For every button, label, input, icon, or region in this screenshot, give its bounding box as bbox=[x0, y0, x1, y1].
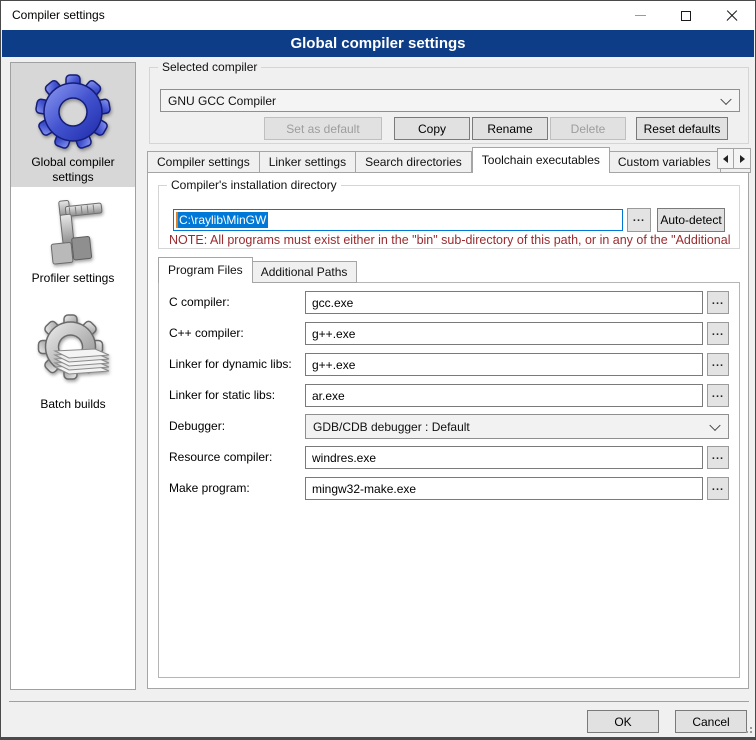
program-files-panel: C compiler: ... C++ compiler: ... Linker… bbox=[158, 282, 740, 678]
make-program-label: Make program: bbox=[169, 481, 250, 495]
tab-toolchain-executables[interactable]: Toolchain executables bbox=[472, 147, 610, 173]
reset-defaults-button[interactable]: Reset defaults bbox=[636, 117, 728, 140]
cancel-button[interactable]: Cancel bbox=[675, 710, 747, 733]
arrow-left-icon bbox=[723, 155, 728, 163]
resource-compiler-input[interactable] bbox=[305, 446, 703, 469]
settings-tabbar: Compiler settings Linker settings Search… bbox=[147, 147, 751, 173]
titlebar: Compiler settings bbox=[1, 1, 755, 30]
delete-button[interactable]: Delete bbox=[550, 117, 626, 140]
browse-install-dir-button[interactable]: ... bbox=[627, 208, 651, 232]
resource-compiler-label: Resource compiler: bbox=[169, 450, 272, 464]
close-icon bbox=[726, 10, 738, 22]
browse-cpp-compiler-button[interactable]: ... bbox=[707, 322, 729, 345]
cpp-compiler-input[interactable] bbox=[305, 322, 703, 345]
tab-compiler-settings[interactable]: Compiler settings bbox=[147, 151, 260, 173]
program-files-tabbar: Program Files Additional Paths bbox=[158, 257, 357, 283]
sidebar-item-label: Batch builds bbox=[11, 397, 135, 412]
chevron-down-icon bbox=[709, 419, 720, 430]
tab-additional-paths[interactable]: Additional Paths bbox=[252, 261, 358, 283]
sidebar-item-label: Profiler settings bbox=[11, 271, 135, 286]
browse-make-program-button[interactable]: ... bbox=[707, 477, 729, 500]
gray-gear-stack-icon bbox=[31, 309, 115, 393]
footer-divider bbox=[9, 701, 749, 702]
c-compiler-label: C compiler: bbox=[169, 295, 230, 309]
installation-directory-group: Compiler's installation directory C:\ray… bbox=[158, 185, 740, 249]
minimize-icon bbox=[635, 15, 646, 16]
debugger-label: Debugger: bbox=[169, 419, 225, 433]
selected-compiler-group: Selected compiler GNU GCC Compiler Set a… bbox=[149, 67, 749, 144]
auto-detect-button[interactable]: Auto-detect bbox=[657, 208, 725, 232]
c-compiler-input[interactable] bbox=[305, 291, 703, 314]
window-title: Compiler settings bbox=[12, 8, 105, 22]
tab-custom-variables[interactable]: Custom variables bbox=[609, 151, 721, 173]
toolchain-executables-panel: Compiler's installation directory C:\ray… bbox=[147, 172, 749, 689]
browse-c-compiler-button[interactable]: ... bbox=[707, 291, 729, 314]
caliper-icon bbox=[38, 198, 108, 268]
tab-scroll-arrows bbox=[717, 148, 751, 169]
close-button[interactable] bbox=[709, 1, 755, 30]
arrow-right-icon bbox=[740, 155, 745, 163]
maximize-button[interactable] bbox=[663, 1, 709, 30]
caption-buttons bbox=[617, 1, 755, 30]
group-label: Selected compiler bbox=[158, 60, 261, 74]
linker-dynamic-label: Linker for dynamic libs: bbox=[169, 357, 292, 371]
rename-button[interactable]: Rename bbox=[472, 117, 548, 140]
sidebar: Global compiler settings bbox=[10, 62, 136, 690]
browse-linker-static-button[interactable]: ... bbox=[707, 384, 729, 407]
resize-grip[interactable] bbox=[742, 723, 752, 733]
install-dir-selected-text: C:\raylib\MinGW bbox=[178, 212, 268, 228]
install-dir-input[interactable]: C:\raylib\MinGW bbox=[173, 209, 623, 231]
debugger-select[interactable]: GDB/CDB debugger : Default bbox=[305, 414, 729, 439]
chevron-down-icon bbox=[720, 93, 731, 104]
browse-resource-compiler-button[interactable]: ... bbox=[707, 446, 729, 469]
sidebar-item-batch-builds[interactable]: Batch builds bbox=[11, 305, 135, 417]
compiler-select-value: GNU GCC Compiler bbox=[168, 94, 276, 108]
blue-gear-icon bbox=[33, 72, 113, 152]
group-label: Compiler's installation directory bbox=[167, 178, 341, 192]
tab-scroll-right-button[interactable] bbox=[734, 148, 751, 169]
make-program-input[interactable] bbox=[305, 477, 703, 500]
debugger-select-value: GDB/CDB debugger : Default bbox=[313, 420, 470, 434]
minimize-button[interactable] bbox=[617, 1, 663, 30]
linker-dynamic-input[interactable] bbox=[305, 353, 703, 376]
tab-scroll-left-button[interactable] bbox=[717, 148, 734, 169]
linker-static-label: Linker for static libs: bbox=[169, 388, 275, 402]
bin-subdirectory-note: NOTE: All programs must exist either in … bbox=[169, 233, 737, 247]
cpp-compiler-label: C++ compiler: bbox=[169, 326, 244, 340]
maximize-icon bbox=[681, 11, 691, 21]
set-as-default-button[interactable]: Set as default bbox=[264, 117, 382, 140]
linker-static-input[interactable] bbox=[305, 384, 703, 407]
page-title: Global compiler settings bbox=[2, 30, 754, 57]
copy-button[interactable]: Copy bbox=[394, 117, 470, 140]
compiler-settings-dialog: Compiler settings Global compiler settin… bbox=[0, 0, 756, 740]
tab-linker-settings[interactable]: Linker settings bbox=[260, 151, 356, 173]
compiler-select[interactable]: GNU GCC Compiler bbox=[160, 89, 740, 112]
sidebar-item-profiler-settings[interactable]: Profiler settings bbox=[11, 195, 135, 293]
tab-program-files[interactable]: Program Files bbox=[158, 257, 253, 283]
tab-search-directories[interactable]: Search directories bbox=[356, 151, 472, 173]
sidebar-item-label: Global compiler settings bbox=[11, 155, 135, 185]
ok-button[interactable]: OK bbox=[587, 710, 659, 733]
sidebar-item-global-compiler-settings[interactable]: Global compiler settings bbox=[11, 63, 135, 187]
browse-linker-dynamic-button[interactable]: ... bbox=[707, 353, 729, 376]
